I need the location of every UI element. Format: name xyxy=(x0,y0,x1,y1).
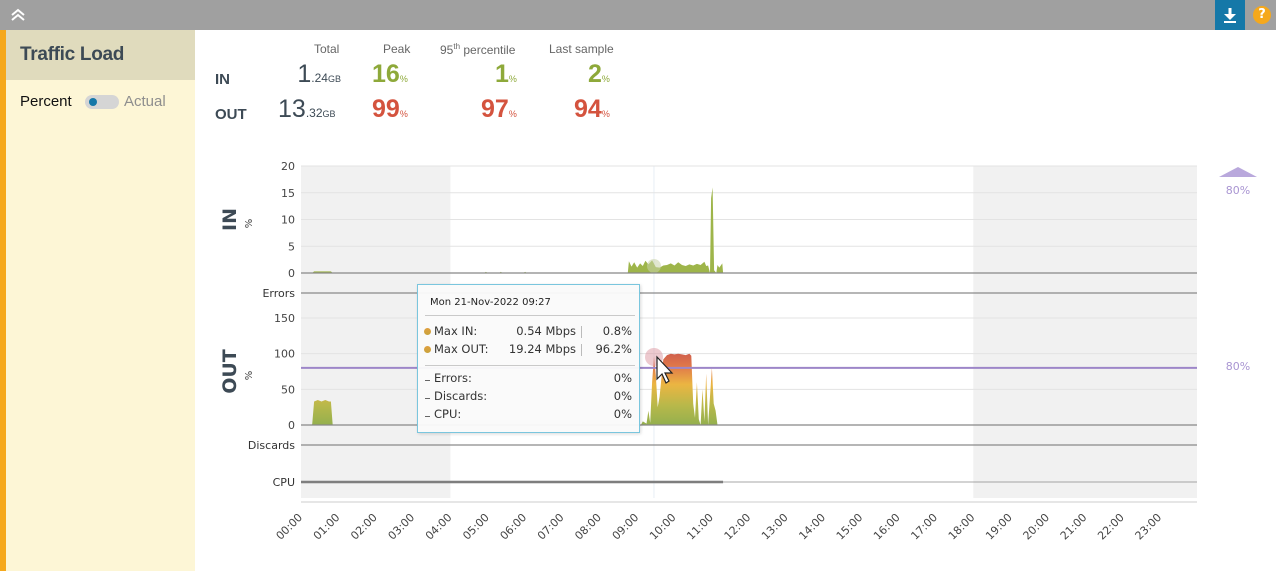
y-tick-label: 100 xyxy=(274,348,295,361)
off-hours-band xyxy=(973,166,1197,498)
tooltip-percent: 0% xyxy=(613,389,632,403)
tooltip-value: 0.54 Mbps xyxy=(516,324,576,338)
y-tick-label: 150 xyxy=(274,312,295,325)
y-tick-label: 20 xyxy=(281,160,295,173)
dash-marker-icon xyxy=(425,398,430,399)
x-tick-label: 05:00 xyxy=(460,511,492,543)
hover-marker-in xyxy=(646,259,661,273)
tooltip-row-errors: Errors: 0% xyxy=(424,370,632,387)
tooltip-label: CPU: xyxy=(434,407,462,421)
x-tick-label: 22:00 xyxy=(1095,511,1127,543)
y-tick-label: 5 xyxy=(288,240,295,253)
y-axis-unit: % xyxy=(244,371,255,381)
x-tick-label: 10:00 xyxy=(647,511,679,543)
chart-tooltip: Mon 21-Nov-2022 09:27 Max IN: 0.54 Mbps … xyxy=(417,284,640,433)
x-tick-label: 02:00 xyxy=(348,511,380,543)
x-tick-label: 04:00 xyxy=(423,511,455,543)
threshold-label-out: 80% xyxy=(1226,360,1250,373)
y-tick-label: 15 xyxy=(281,187,295,200)
tooltip-label: Max OUT: xyxy=(434,342,489,356)
tooltip-row-max-out: Max OUT: 19.24 Mbps 96.2% xyxy=(424,341,632,358)
tooltip-separator xyxy=(581,344,582,356)
x-tick-label: 00:00 xyxy=(274,511,306,543)
tooltip-row-discards: Discards: 0% xyxy=(424,388,632,405)
status-lane-label: Errors xyxy=(262,287,295,300)
tooltip-percent: 96.2% xyxy=(595,342,632,356)
x-tick-label: 21:00 xyxy=(1058,511,1090,543)
tooltip-percent: 0% xyxy=(613,371,632,385)
x-tick-label: 19:00 xyxy=(983,511,1015,543)
tooltip-row-cpu: CPU: 0% xyxy=(424,406,632,423)
y-tick-label: 50 xyxy=(281,383,295,396)
panel-label-out: OUT xyxy=(219,349,241,394)
x-tick-label: 14:00 xyxy=(796,511,828,543)
y-tick-label: 0 xyxy=(288,267,295,280)
y-tick-label: 0 xyxy=(288,419,295,432)
tooltip-label: Max IN: xyxy=(434,324,478,338)
tooltip-label: Errors: xyxy=(434,371,472,385)
y-tick-label: 10 xyxy=(281,214,295,227)
tooltip-percent: 0.8% xyxy=(602,324,632,338)
x-tick-label: 20:00 xyxy=(1021,511,1053,543)
x-tick-label: 13:00 xyxy=(759,511,791,543)
tooltip-divider xyxy=(425,365,635,366)
tooltip-divider xyxy=(425,315,635,316)
x-tick-label: 18:00 xyxy=(946,511,978,543)
x-tick-label: 23:00 xyxy=(1133,511,1165,543)
y-axis-unit: % xyxy=(244,219,255,229)
x-tick-label: 09:00 xyxy=(610,511,642,543)
status-lane-label: CPU xyxy=(273,476,295,489)
x-tick-label: 06:00 xyxy=(498,511,530,543)
tooltip-row-max-in: Max IN: 0.54 Mbps 0.8% xyxy=(424,323,632,340)
status-lane-label: Discards xyxy=(248,439,295,452)
tooltip-label: Discards: xyxy=(434,389,488,403)
series-marker-icon xyxy=(424,346,431,353)
x-tick-label: 08:00 xyxy=(572,511,604,543)
hover-marker-out xyxy=(645,348,663,366)
x-tick-label: 11:00 xyxy=(684,511,716,543)
x-tick-label: 15:00 xyxy=(834,511,866,543)
dash-marker-icon xyxy=(425,380,430,381)
series-marker-icon xyxy=(424,328,431,335)
dash-marker-icon xyxy=(425,416,430,417)
tooltip-date: Mon 21-Nov-2022 09:27 xyxy=(430,297,551,308)
tooltip-separator xyxy=(581,326,582,338)
threshold-offscale-icon xyxy=(1219,167,1257,177)
x-tick-label: 12:00 xyxy=(722,511,754,543)
panel-label-in: IN xyxy=(219,208,241,231)
x-tick-label: 01:00 xyxy=(311,511,343,543)
threshold-label-in: 80% xyxy=(1226,184,1250,197)
x-tick-label: 03:00 xyxy=(386,511,418,543)
tooltip-value: 19.24 Mbps xyxy=(508,342,576,356)
x-tick-label: 17:00 xyxy=(908,511,940,543)
x-tick-label: 07:00 xyxy=(535,511,567,543)
tooltip-percent: 0% xyxy=(613,407,632,421)
x-tick-label: 16:00 xyxy=(871,511,903,543)
